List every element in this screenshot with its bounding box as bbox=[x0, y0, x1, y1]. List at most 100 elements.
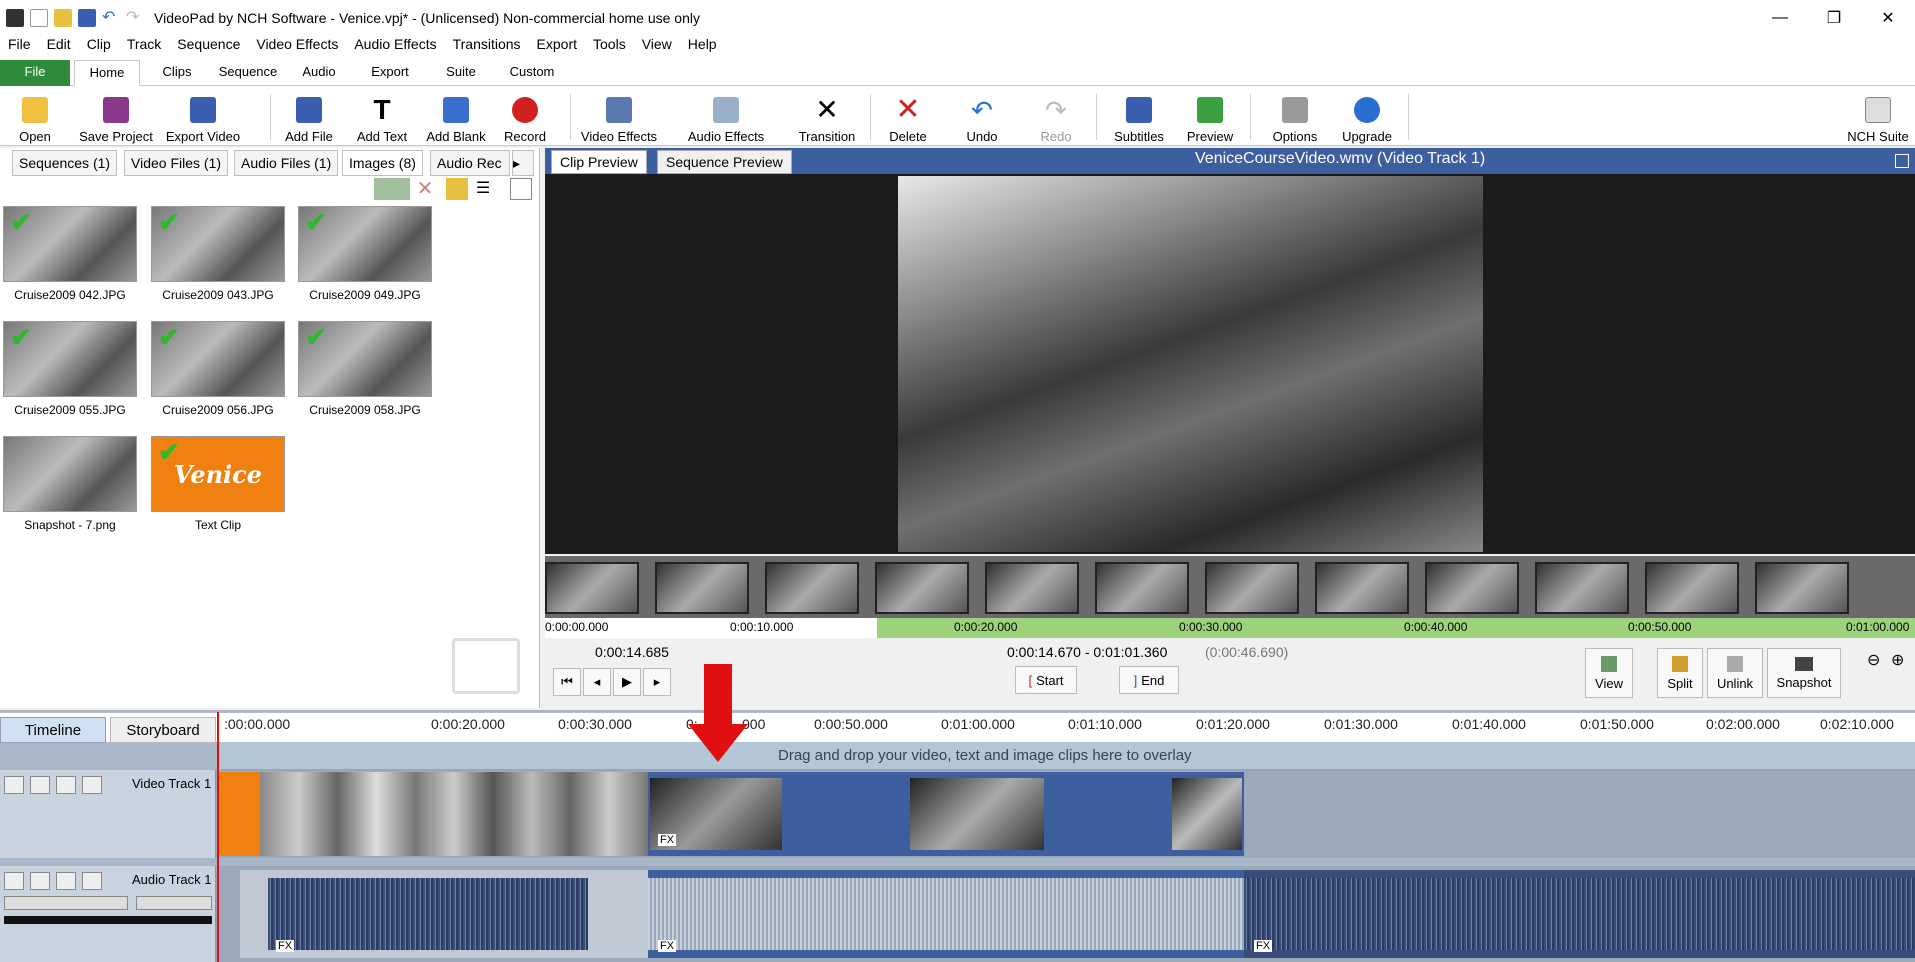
tab-audio[interactable]: Audio bbox=[292, 60, 346, 86]
prev-frame-button[interactable]: ◂ bbox=[583, 668, 611, 696]
delete-button[interactable]: ✕ Delete bbox=[886, 90, 930, 145]
tab-scroll-right[interactable]: ▸ bbox=[512, 150, 534, 176]
tab-sequence[interactable]: Sequence bbox=[210, 60, 286, 86]
timeline-clip[interactable] bbox=[260, 772, 648, 856]
bin-item[interactable]: ✔ Cruise2009 043.JPG bbox=[150, 206, 286, 302]
new-folder-icon[interactable] bbox=[446, 178, 468, 200]
tab-images[interactable]: Images (8) bbox=[342, 150, 423, 176]
tab-clips[interactable]: Clips bbox=[150, 60, 204, 86]
tab-audio-rec[interactable]: Audio Rec bbox=[430, 150, 510, 176]
menu-clip[interactable]: Clip bbox=[79, 36, 119, 52]
bin-item[interactable]: ✔ Cruise2009 056.JPG bbox=[150, 321, 286, 417]
next-frame-button[interactable]: ▸ bbox=[643, 668, 671, 696]
view-button[interactable]: View bbox=[1585, 648, 1633, 698]
nch-suite-button[interactable]: NCH Suite bbox=[1846, 90, 1910, 144]
effects-icon[interactable] bbox=[56, 872, 76, 890]
volume-slider[interactable] bbox=[4, 896, 128, 910]
bin-item[interactable]: ✔ Cruise2009 042.JPG bbox=[2, 206, 138, 302]
video-effects-button[interactable]: Video Effects bbox=[580, 90, 658, 144]
menu-file[interactable]: File bbox=[0, 36, 39, 52]
fx-badge[interactable]: FX bbox=[658, 940, 677, 952]
pan-slider[interactable] bbox=[136, 896, 212, 910]
options-button[interactable]: Options bbox=[1268, 90, 1322, 144]
lock-icon[interactable] bbox=[82, 776, 102, 794]
collapse-track-icon[interactable] bbox=[4, 872, 24, 890]
bin-item[interactable]: ✔ Venice Text Clip bbox=[150, 436, 286, 532]
export-video-button[interactable]: Export Video bbox=[162, 90, 244, 144]
subtitles-button[interactable]: Subtitles bbox=[1110, 90, 1168, 144]
play-button[interactable]: ▶ bbox=[613, 668, 641, 696]
tab-timeline[interactable]: Timeline bbox=[0, 717, 106, 743]
effects-icon[interactable] bbox=[56, 776, 76, 794]
audio-effects-button[interactable]: Audio Effects bbox=[686, 90, 766, 144]
redo-button[interactable]: ↷ Redo bbox=[1038, 90, 1074, 144]
lock-icon[interactable] bbox=[82, 872, 102, 890]
collapse-track-icon[interactable] bbox=[4, 776, 24, 794]
menu-help[interactable]: Help bbox=[680, 36, 725, 52]
speaker-icon[interactable] bbox=[30, 872, 50, 890]
audio-clip[interactable]: FX bbox=[240, 870, 648, 958]
split-button[interactable]: Split bbox=[1657, 648, 1703, 698]
tab-custom[interactable]: Custom bbox=[500, 60, 564, 86]
tab-file[interactable]: File bbox=[0, 60, 70, 86]
fx-badge[interactable]: FX bbox=[1254, 940, 1273, 952]
menu-tools[interactable]: Tools bbox=[585, 36, 634, 52]
zoom-out-icon[interactable]: ⊖ bbox=[1867, 650, 1880, 670]
timeline-clip[interactable]: FX bbox=[648, 772, 1244, 856]
undo-button[interactable]: ↶ Undo bbox=[964, 90, 1000, 144]
transition-button[interactable]: ✕ Transition bbox=[796, 90, 858, 145]
tab-export[interactable]: Export bbox=[360, 60, 420, 86]
menu-transitions[interactable]: Transitions bbox=[445, 36, 529, 52]
tab-storyboard[interactable]: Storyboard bbox=[110, 717, 216, 743]
snapshot-button[interactable]: Snapshot bbox=[1767, 648, 1841, 698]
audio-clip[interactable]: FX bbox=[1244, 870, 1915, 958]
bin-item[interactable]: ✔ Cruise2009 055.JPG bbox=[2, 321, 138, 417]
tab-home[interactable]: Home bbox=[74, 60, 140, 87]
bin-item[interactable]: ✔ Cruise2009 058.JPG bbox=[297, 321, 433, 417]
collapse-icon[interactable] bbox=[510, 178, 532, 200]
overlay-drop-zone[interactable]: Drag and drop your video, text and image… bbox=[220, 742, 1915, 770]
record-button[interactable]: Record bbox=[502, 90, 548, 144]
new-file-icon[interactable] bbox=[30, 9, 48, 27]
timeline-clip[interactable] bbox=[218, 772, 260, 856]
menu-export[interactable]: Export bbox=[529, 36, 585, 52]
menu-audio-effects[interactable]: Audio Effects bbox=[346, 36, 444, 52]
bin-item[interactable]: ✔ Cruise2009 049.JPG bbox=[297, 206, 433, 302]
selection-range[interactable] bbox=[877, 618, 1915, 638]
open-button[interactable]: Open bbox=[14, 90, 56, 144]
restore-button[interactable]: ❐ bbox=[1811, 0, 1857, 36]
fx-badge[interactable]: FX bbox=[276, 940, 295, 952]
undock-icon[interactable] bbox=[1895, 154, 1909, 168]
list-view-icon[interactable]: ☰ bbox=[472, 178, 494, 200]
add-blank-button[interactable]: Add Blank bbox=[426, 90, 486, 144]
eye-icon[interactable] bbox=[30, 776, 50, 794]
tab-sequences[interactable]: Sequences (1) bbox=[12, 150, 118, 176]
redo-icon[interactable]: ↷ bbox=[126, 9, 144, 27]
menu-sequence[interactable]: Sequence bbox=[169, 36, 248, 52]
playhead[interactable] bbox=[217, 712, 219, 962]
add-text-button[interactable]: T Add Text bbox=[354, 90, 410, 145]
audio-clip[interactable]: FX bbox=[648, 870, 1244, 958]
upgrade-button[interactable]: Upgrade bbox=[1338, 90, 1396, 144]
go-start-button[interactable]: ⏮ bbox=[553, 668, 581, 696]
preview-button[interactable]: Preview bbox=[1184, 90, 1236, 144]
open-folder-icon[interactable] bbox=[54, 9, 72, 27]
zoom-in-icon[interactable]: ⊕ bbox=[1891, 650, 1904, 670]
bin-item[interactable]: Snapshot - 7.png bbox=[2, 436, 138, 532]
remove-icon[interactable]: ✕ bbox=[414, 178, 436, 200]
tab-suite[interactable]: Suite bbox=[436, 60, 486, 86]
unlink-button[interactable]: Unlink bbox=[1707, 648, 1763, 698]
tab-audio-files[interactable]: Audio Files (1) bbox=[234, 150, 339, 176]
import-icon[interactable] bbox=[374, 178, 410, 200]
menu-video-effects[interactable]: Video Effects bbox=[248, 36, 346, 52]
menu-track[interactable]: Track bbox=[119, 36, 169, 52]
close-button[interactable]: ✕ bbox=[1865, 0, 1911, 36]
filmstrip[interactable] bbox=[545, 556, 1915, 618]
menu-view[interactable]: View bbox=[634, 36, 680, 52]
tab-sequence-preview[interactable]: Sequence Preview bbox=[657, 150, 792, 174]
minimize-button[interactable]: — bbox=[1757, 0, 1803, 36]
menu-edit[interactable]: Edit bbox=[39, 36, 79, 52]
tab-clip-preview[interactable]: Clip Preview bbox=[551, 150, 647, 174]
set-end-button[interactable]: ] End bbox=[1119, 666, 1179, 694]
save-project-button[interactable]: Save Project bbox=[76, 90, 156, 144]
